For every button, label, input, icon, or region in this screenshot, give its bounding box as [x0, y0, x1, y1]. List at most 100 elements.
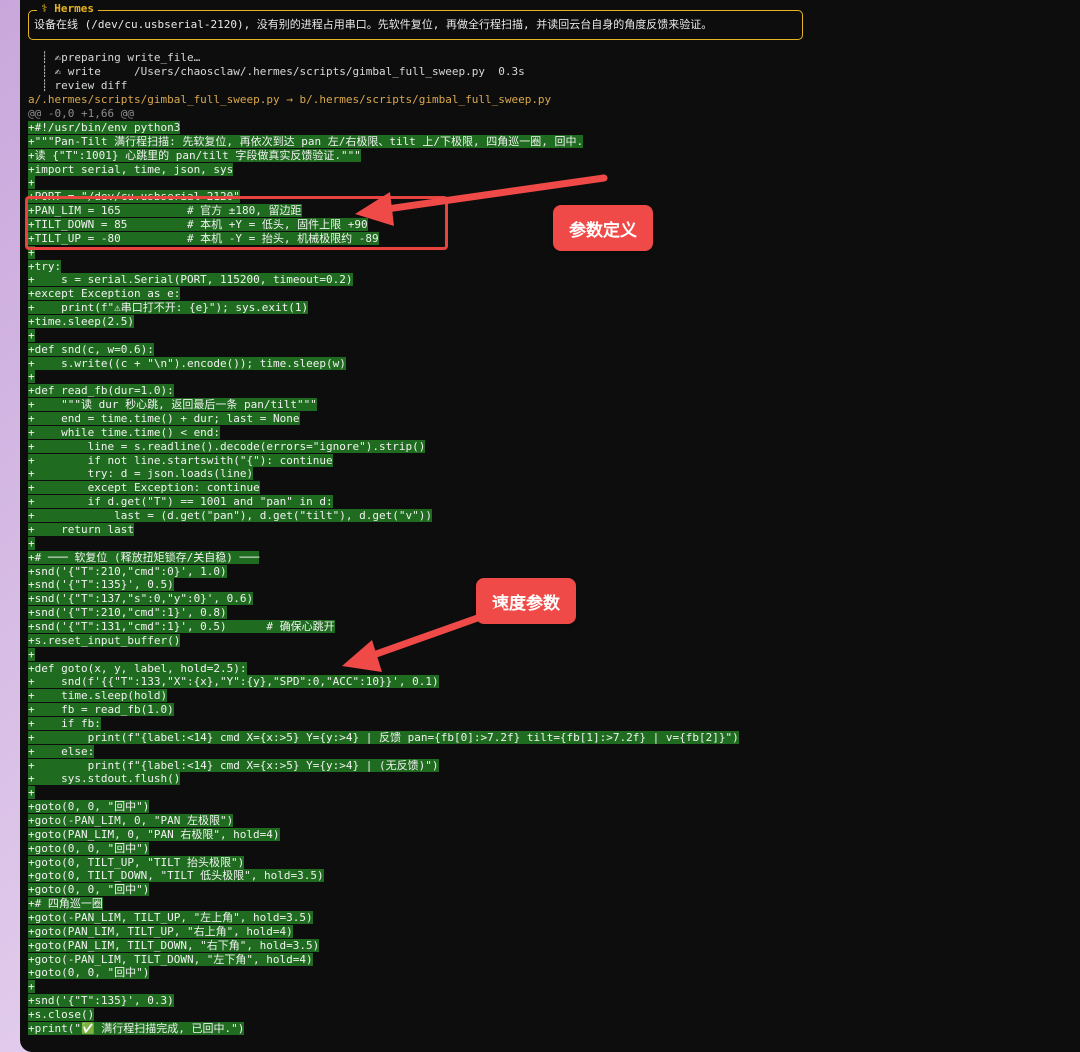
diff-line-text: +# 四角巡一圈 [28, 897, 103, 911]
diff-added-line: + fb = read_fb(1.0) [28, 703, 739, 717]
diff-line-text: + [28, 647, 35, 661]
diff-added-line: + line = s.readline().decode(errors="ign… [28, 439, 739, 454]
diff-added-line: +goto(PAN_LIM, 0, "PAN 右极限", hold=4) [28, 827, 739, 842]
diff-line-text: + s.write((c + "\n").encode()); time.sle… [28, 356, 346, 370]
diff-line-text: +goto(-PAN_LIM, TILT_DOWN, "左下角", hold=4… [28, 952, 313, 966]
diff-line-text: + sys.stdout.flush() [28, 772, 181, 786]
diff-line-text: +try: [28, 259, 62, 273]
diff-line-text: +goto(0, 0, "回中") [28, 966, 150, 980]
diff-line-text: + print(f"{label:<14} cmd X={x:>5} Y={y:… [28, 730, 739, 744]
diff-line-text: +goto(PAN_LIM, TILT_DOWN, "右下角", hold=3.… [28, 938, 320, 952]
diff-added-line: + [28, 536, 739, 551]
diff-line-text: +def goto(x, y, label, hold=2.5): [28, 661, 247, 675]
diff-added-line: + except Exception: continue [28, 481, 739, 495]
diff-line-text: + except Exception: continue [28, 481, 260, 495]
diff-line-text: +读 {"T":1001} 心跳里的 pan/tilt 字段做真实反馈验证.""… [28, 148, 361, 162]
tool-status-review: ┊ review diff [28, 79, 128, 92]
diff-line-text: + if not line.startswith("{"): continue [28, 453, 333, 467]
diff-added-line: +def goto(x, y, label, hold=2.5): [28, 661, 739, 676]
diff-hunk-header: @@ -0,0 +1,66 @@ [28, 107, 134, 120]
diff-added-line: +snd('{"T":135}', 0.5) [28, 578, 739, 592]
diff-code-block: +#!/usr/bin/env python3 +"""Pan-Tilt 满行程扫… [28, 121, 739, 1036]
diff-added-line: +goto(PAN_LIM, TILT_UP, "右上角", hold=4) [28, 924, 739, 939]
diff-line-text: + [28, 786, 35, 800]
param-definition-callout: 参数定义 [553, 205, 653, 251]
diff-line-text: +goto(PAN_LIM, TILT_UP, "右上角", hold=4) [28, 924, 293, 938]
diff-added-line: +s.close() [28, 1008, 739, 1022]
tool-status-write: ┊ ✍ write /Users/chaosclaw/.hermes/scrip… [28, 65, 525, 78]
diff-added-line: + [28, 786, 739, 800]
diff-line-text: + print(f"⚠串口打不开: {e}"); sys.exit(1) [28, 301, 309, 315]
diff-line-text: + return last [28, 522, 134, 536]
diff-line-text: +goto(0, 0, "回中") [28, 841, 150, 855]
diff-line-text: + """读 dur 秒心跳, 返回最后一条 pan/tilt""" [28, 398, 317, 412]
hermes-title: ⚕ Hermes [37, 2, 98, 16]
diff-added-line: + """读 dur 秒心跳, 返回最后一条 pan/tilt""" [28, 398, 739, 412]
diff-added-line: +# 四角巡一圈 [28, 897, 739, 911]
diff-added-line: + return last [28, 522, 739, 537]
diff-line-text: +def snd(c, w=0.6): [28, 342, 154, 356]
diff-added-line: + end = time.time() + dur; last = None [28, 412, 739, 426]
param-highlight-box [25, 196, 448, 250]
diff-added-line: + if fb: [28, 716, 739, 731]
diff-line-text: +goto(-PAN_LIM, TILT_UP, "左上角", hold=3.5… [28, 910, 313, 924]
diff-added-line: +snd('{"T":137,"s":0,"y":0}', 0.6) [28, 592, 739, 606]
diff-added-line: +# ─── 软复位 (释放扭矩锁存/关自稳) ─── [28, 550, 739, 565]
diff-line-text: +snd('{"T":135}', 0.3) [28, 994, 174, 1008]
diff-added-line: +print("✅ 满行程扫描完成, 已回中.") [28, 1021, 739, 1036]
diff-line-text: +goto(0, TILT_DOWN, "TILT 低头极限", hold=3.… [28, 869, 324, 883]
diff-added-line: +try: [28, 259, 739, 274]
diff-added-line: +def snd(c, w=0.6): [28, 342, 739, 357]
diff-added-line: +goto(-PAN_LIM, TILT_DOWN, "左下角", hold=4… [28, 952, 739, 967]
diff-line-text: + try: d = json.loads(line) [28, 467, 254, 481]
diff-added-line: +except Exception as e: [28, 287, 739, 301]
diff-added-line: + print(f"{label:<14} cmd X={x:>5} Y={y:… [28, 730, 739, 745]
diff-added-line: + sys.stdout.flush() [28, 772, 739, 786]
diff-added-line: + try: d = json.loads(line) [28, 467, 739, 481]
diff-line-text: + else: [28, 744, 95, 758]
diff-added-line: +snd('{"T":135}', 0.3) [28, 994, 739, 1008]
diff-line-text: +snd('{"T":137,"s":0,"y":0}', 0.6) [28, 592, 254, 606]
diff-added-line: +goto(0, 0, "回中") [28, 883, 739, 897]
hermes-message-box: ⚕ Hermes 设备在线 (/dev/cu.usbserial-2120), … [28, 2, 803, 40]
diff-added-line: + else: [28, 744, 739, 759]
diff-line-text: +"""Pan-Tilt 满行程扫描: 先软复位, 再依次到达 pan 左/右极… [28, 134, 584, 148]
diff-added-line: +time.sleep(2.5) [28, 315, 739, 329]
diff-line-text: + end = time.time() + dur; last = None [28, 412, 300, 426]
diff-added-line: + while time.time() < end: [28, 425, 739, 440]
diff-line-text: + [28, 536, 35, 550]
diff-line-text: +goto(PAN_LIM, 0, "PAN 右极限", hold=4) [28, 827, 280, 841]
diff-added-line: + [28, 980, 739, 994]
diff-added-line: +goto(-PAN_LIM, 0, "PAN 左极限") [28, 813, 739, 828]
diff-line-text: +#!/usr/bin/env python3 [28, 121, 181, 134]
diff-line-text: +snd('{"T":210,"cmd":1}', 0.8) [28, 606, 227, 620]
diff-line-text: + if d.get("T") == 1001 and "pan" in d: [28, 495, 333, 509]
diff-added-line: + print(f"{label:<14} cmd X={x:>5} Y={y:… [28, 758, 739, 773]
diff-added-line: + [28, 328, 739, 343]
hermes-message-text: 设备在线 (/dev/cu.usbserial-2120), 没有别的进程占用串… [34, 18, 713, 31]
diff-line-text: + [28, 980, 35, 994]
diff-added-line: + snd(f'{{"T":133,"X":{x},"Y":{y},"SPD":… [28, 675, 739, 689]
diff-added-line: +goto(0, TILT_DOWN, "TILT 低头极限", hold=3.… [28, 869, 739, 883]
diff-added-line: +#!/usr/bin/env python3 [28, 121, 739, 135]
diff-line-text: +time.sleep(2.5) [28, 315, 134, 329]
diff-line-text: + snd(f'{{"T":133,"X":{x},"Y":{y},"SPD":… [28, 675, 439, 689]
diff-added-line: + if not line.startswith("{"): continue [28, 453, 739, 468]
diff-file-header: a/.hermes/scripts/gimbal_full_sweep.py →… [28, 93, 552, 106]
diff-line-text: +print("✅ 满行程扫描完成, 已回中.") [28, 1021, 245, 1035]
diff-line-text: + while time.time() < end: [28, 425, 221, 439]
diff-added-line: +读 {"T":1001} 心跳里的 pan/tilt 字段做真实反馈验证.""… [28, 148, 739, 163]
terminal-window[interactable]: ⚕ Hermes 设备在线 (/dev/cu.usbserial-2120), … [20, 0, 1080, 1052]
diff-line-text: +snd('{"T":131,"cmd":1}', 0.5) # 确保心跳开 [28, 619, 335, 633]
diff-added-line: +goto(0, 0, "回中") [28, 800, 739, 814]
tool-status-preparing: ┊ ✍preparing write_file… [28, 51, 201, 64]
diff-line-text: +s.reset_input_buffer() [28, 633, 181, 647]
diff-added-line: +snd('{"T":210,"cmd":1}', 0.8) [28, 606, 739, 620]
diff-line-text: +def read_fb(dur=1.0): [28, 384, 174, 398]
diff-line-text: +s.close() [28, 1008, 95, 1021]
diff-line-text: + if fb: [28, 716, 101, 730]
diff-added-line: +def read_fb(dur=1.0): [28, 384, 739, 398]
diff-line-text: +goto(0, 0, "回中") [28, 883, 150, 897]
diff-line-text: +goto(0, TILT_UP, "TILT 抬头极限") [28, 855, 245, 869]
diff-line-text: + line = s.readline().decode(errors="ign… [28, 439, 426, 453]
